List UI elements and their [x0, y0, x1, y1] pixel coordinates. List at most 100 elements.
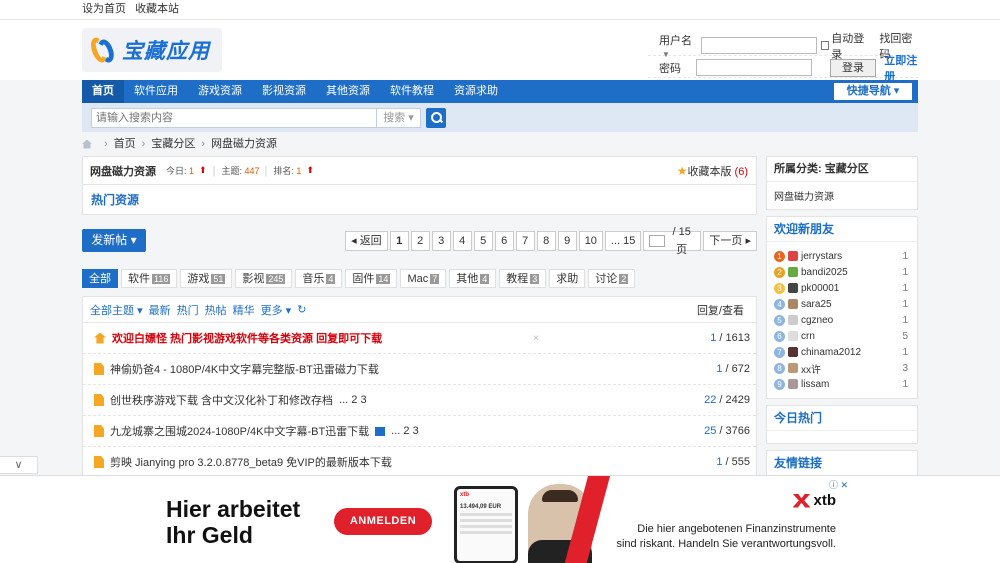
- search-icon[interactable]: [426, 107, 446, 128]
- new-post-button[interactable]: 发新帖 ▾: [82, 229, 146, 252]
- type-tab[interactable]: 求助: [549, 268, 586, 288]
- password-input[interactable]: [695, 59, 812, 76]
- register-link[interactable]: 立即注册: [884, 52, 918, 84]
- topics-value: 447: [244, 166, 260, 176]
- list-item[interactable]: 6 crn 5: [774, 328, 910, 344]
- nav-item-tutorials[interactable]: 软件教程: [380, 80, 444, 103]
- nav-item-games[interactable]: 游戏资源: [188, 80, 252, 103]
- reply-count[interactable]: 1: [716, 456, 722, 468]
- nav-item-home[interactable]: 首页: [82, 80, 124, 103]
- search-type-select[interactable]: 搜索 ▾: [377, 107, 421, 128]
- nav-item-other[interactable]: 其他资源: [316, 80, 380, 103]
- back-button[interactable]: ◂ 返回: [345, 231, 388, 251]
- page-link[interactable]: 3: [431, 231, 451, 251]
- list-item[interactable]: 7 chinama2012 1: [774, 344, 910, 360]
- reply-count[interactable]: 1: [716, 363, 722, 375]
- list-item[interactable]: 2 bandi2025 1: [774, 264, 910, 280]
- thread-title[interactable]: 神偷奶爸4 - 1080P/4K中文字幕完整版-BT迅雷磁力下载: [110, 361, 379, 377]
- site-logo[interactable]: 宝藏应用: [82, 28, 222, 72]
- type-tab[interactable]: 影视 245: [235, 268, 293, 288]
- refresh-icon[interactable]: ↻: [297, 303, 306, 316]
- ad-signup-button[interactable]: ANMELDEN: [334, 508, 432, 535]
- username[interactable]: chinama2012: [801, 347, 861, 358]
- username[interactable]: pk00001: [801, 283, 839, 294]
- ad-headline-line-1: Hier arbeitet: [166, 496, 301, 522]
- nav-item-requests[interactable]: 资源求助: [444, 80, 508, 103]
- thread-title[interactable]: 创世秩序游戏下载 含中文汉化补丁和修改存档: [110, 392, 333, 408]
- username[interactable]: sara25: [801, 299, 832, 310]
- username[interactable]: jerrystars: [801, 251, 842, 262]
- page-link[interactable]: 9: [557, 231, 577, 251]
- type-tab[interactable]: 讨论 2: [588, 268, 636, 288]
- list-item[interactable]: 3 pk00001 1: [774, 280, 910, 296]
- nav-item-software[interactable]: 软件应用: [124, 80, 188, 103]
- hot-resources-title[interactable]: 热门资源: [82, 185, 757, 215]
- close-icon[interactable]: ×: [533, 333, 539, 344]
- quick-nav-button[interactable]: 快捷导航 ▾: [834, 83, 912, 100]
- type-tab[interactable]: Mac 7: [400, 268, 447, 288]
- list-item[interactable]: 8 xx许 3: [774, 360, 910, 376]
- search-input[interactable]: [91, 107, 377, 128]
- breadcrumb-home[interactable]: 首页: [114, 132, 136, 156]
- set-home-link[interactable]: 设为首页: [82, 3, 126, 15]
- list-item[interactable]: 9 lissam 1: [774, 376, 910, 392]
- favorite-forum-button[interactable]: ★收藏本版 (6): [677, 163, 748, 179]
- thread-pages[interactable]: ... 2 3: [391, 425, 419, 437]
- reply-count[interactable]: 1: [710, 332, 716, 344]
- type-tab[interactable]: 其他 4: [449, 268, 497, 288]
- page-link[interactable]: 4: [452, 231, 472, 251]
- type-tab[interactable]: 软件 116: [121, 268, 178, 288]
- filter-hot-posts[interactable]: 热帖: [205, 302, 227, 318]
- thread-title[interactable]: 欢迎白嫖怪 热门影视游戏软件等各类资源 回复即可下载: [112, 330, 382, 346]
- reply-count[interactable]: 22: [704, 394, 716, 406]
- reply-count[interactable]: 25: [704, 425, 716, 437]
- filter-more[interactable]: 更多 ▾: [261, 302, 292, 318]
- username-type-select[interactable]: 用户名▼: [659, 32, 701, 60]
- next-page-button[interactable]: 下一页 ▸: [703, 231, 757, 251]
- page-link[interactable]: 1: [389, 231, 409, 251]
- list-item[interactable]: 4 sara25 1: [774, 296, 910, 312]
- filter-digest[interactable]: 精华: [233, 302, 255, 318]
- nav-item-video[interactable]: 影视资源: [252, 80, 316, 103]
- ad-close-icon[interactable]: ⓘ ✕: [829, 478, 848, 491]
- page-link[interactable]: 2: [410, 231, 430, 251]
- ad-banner[interactable]: Hier arbeitet Ihr Geld ANMELDEN xtb 13.49…: [0, 475, 1000, 563]
- list-item[interactable]: 5 cgzneo 1: [774, 312, 910, 328]
- breadcrumb-category[interactable]: 宝藏分区: [151, 132, 195, 156]
- username[interactable]: cgzneo: [801, 315, 833, 326]
- page-link[interactable]: 7: [515, 231, 535, 251]
- ad-content[interactable]: Hier arbeitet Ihr Geld ANMELDEN xtb 13.49…: [152, 476, 850, 563]
- username[interactable]: bandi2025: [801, 267, 848, 278]
- thread-list: 全部主题 ▾ 最新 热门 热帖 精华 更多 ▾ ↻ 回复/查看 欢迎白嫖怪 热门…: [82, 296, 757, 479]
- page-link-last[interactable]: ... 15: [604, 231, 642, 251]
- bookmark-link[interactable]: 收藏本站: [135, 3, 179, 15]
- category-item[interactable]: 网盘磁力资源: [767, 182, 917, 209]
- type-tab[interactable]: 固件 14: [345, 268, 398, 288]
- username[interactable]: crn: [801, 331, 815, 342]
- page-jump-input[interactable]: [649, 235, 665, 247]
- breadcrumb-forum[interactable]: 网盘磁力资源: [211, 132, 277, 156]
- page-link[interactable]: 10: [578, 231, 603, 251]
- collapse-toggle[interactable]: ∨: [0, 456, 38, 474]
- type-tab[interactable]: 教程 3: [499, 268, 547, 288]
- home-icon[interactable]: [82, 139, 92, 149]
- list-item[interactable]: 1 jerrystars 1: [774, 248, 910, 264]
- type-tab[interactable]: 音乐 4: [295, 268, 343, 288]
- type-tab[interactable]: 游戏 51: [180, 268, 233, 288]
- thread-pages[interactable]: ... 2 3: [339, 394, 367, 406]
- thread-title[interactable]: 剪映 Jianying pro 3.2.0.8778_beta9 免VIP的最新…: [110, 454, 392, 470]
- login-button[interactable]: 登录: [829, 58, 877, 77]
- username[interactable]: lissam: [801, 379, 829, 390]
- page-link[interactable]: 6: [494, 231, 514, 251]
- username[interactable]: xx许: [801, 361, 821, 376]
- username-input[interactable]: [701, 37, 818, 54]
- type-all[interactable]: 全部: [82, 268, 118, 288]
- filter-hot[interactable]: 热门: [177, 302, 199, 318]
- type-label: 音乐: [302, 272, 325, 285]
- auto-login-checkbox[interactable]: 自动登录: [821, 30, 869, 62]
- filter-all-topics[interactable]: 全部主题 ▾: [90, 302, 143, 318]
- page-link[interactable]: 8: [536, 231, 556, 251]
- page-link[interactable]: 5: [473, 231, 493, 251]
- thread-title[interactable]: 九龙城寨之围城2024-1080P/4K中文字幕-BT迅雷下载: [110, 423, 369, 439]
- filter-latest[interactable]: 最新: [149, 302, 171, 318]
